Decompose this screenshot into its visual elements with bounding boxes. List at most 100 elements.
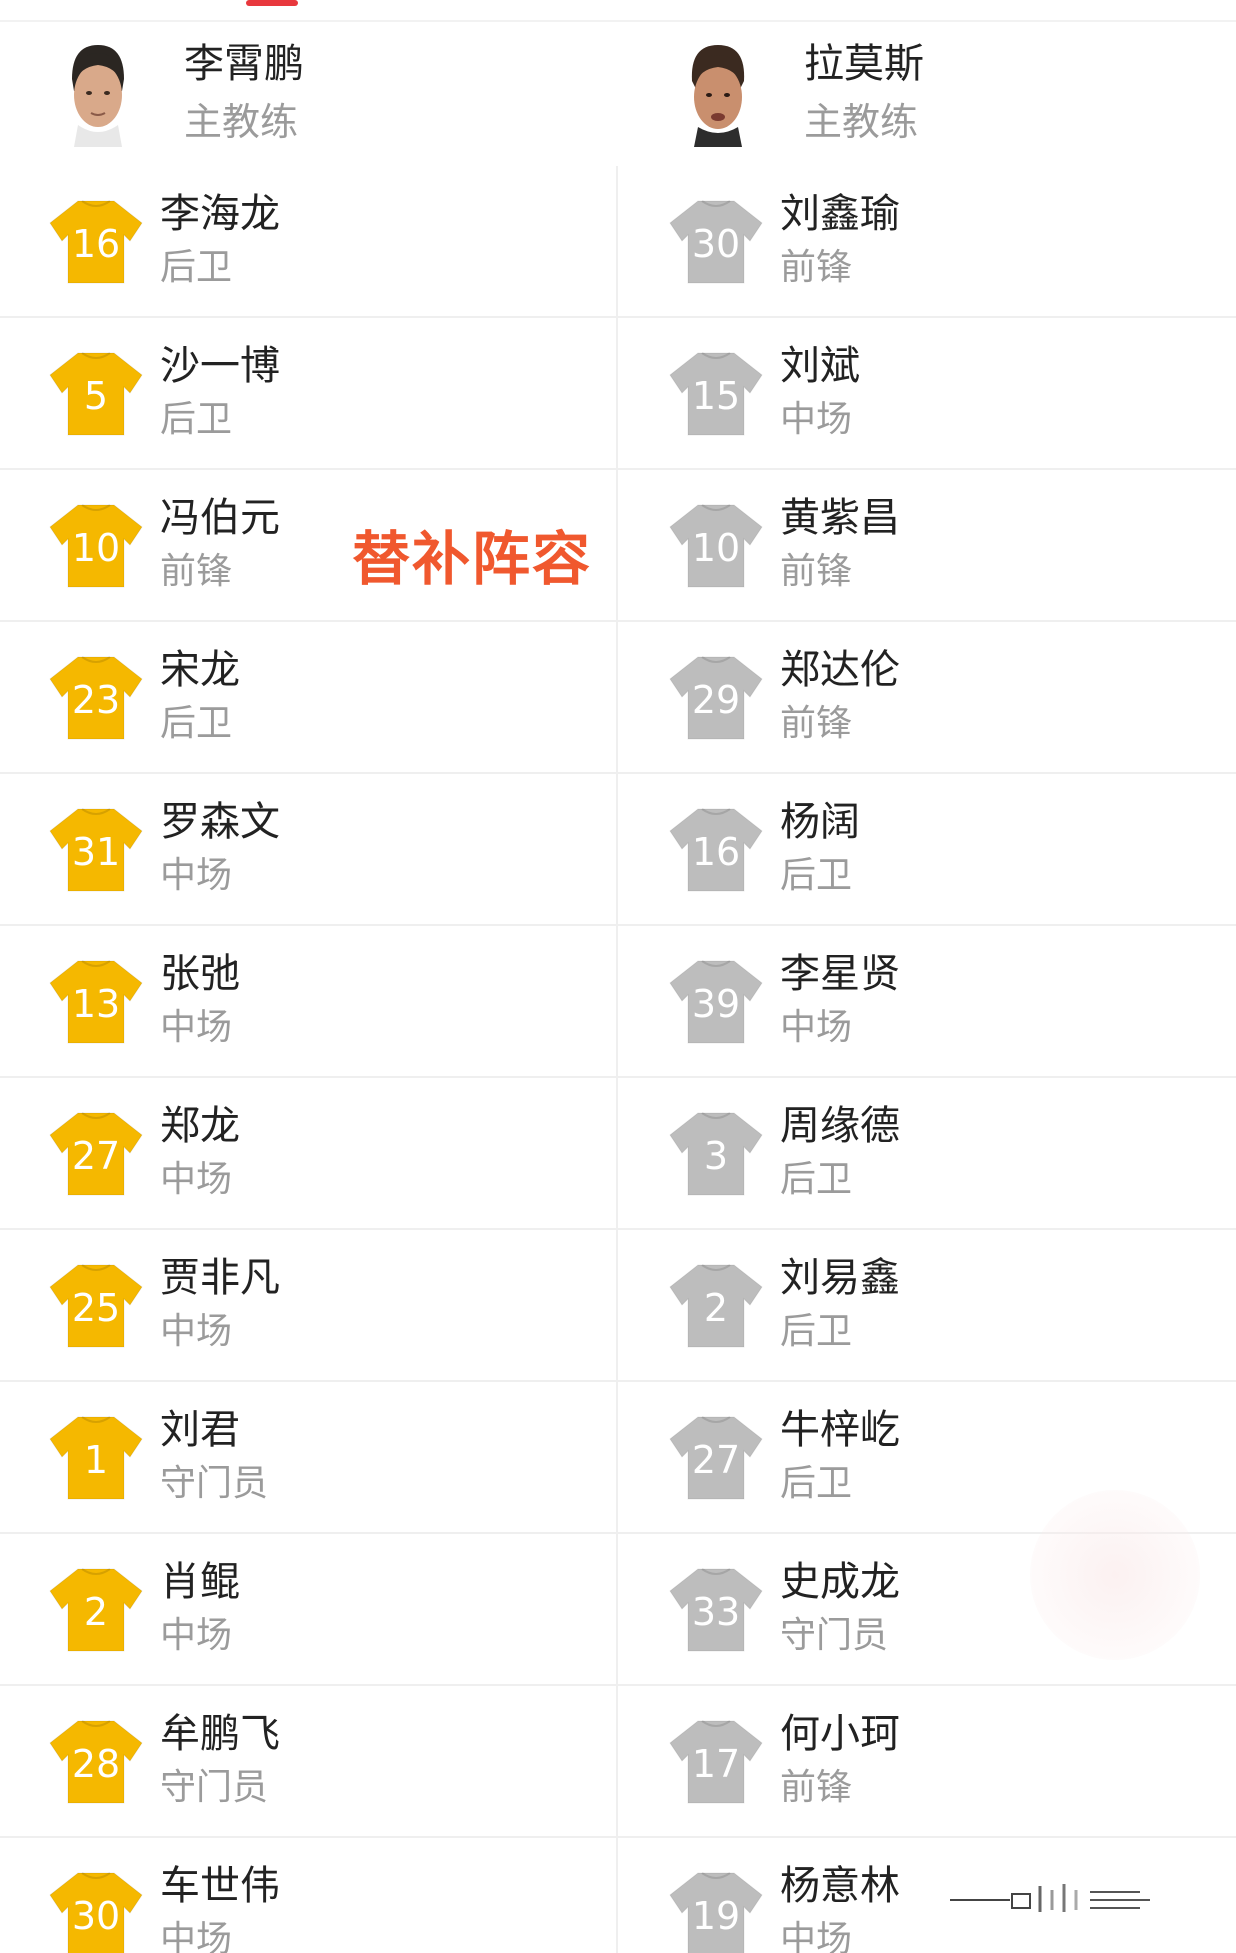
away-coach-name: 拉莫斯 [804,41,924,87]
home-coach[interactable]: 李霄鹏 主教练 [58,28,304,158]
home-player-item[interactable]: 30 车世伟 中场 [48,1838,280,1953]
home-player-item[interactable]: 13 张弛 中场 [48,926,240,1076]
player-position: 守门员 [160,1767,269,1808]
jersey-icon: 10 [48,501,144,589]
table-row: 28 牟鹏飞守门员 17 何小珂 前锋 [0,1686,1236,1838]
player-position: 前锋 [780,247,853,288]
player-name: 宋龙 [160,647,240,693]
jersey-icon: 5 [48,349,144,437]
player-position: 前锋 [780,1767,853,1808]
player-position: 后卫 [780,1159,853,1200]
away-coach-avatar [678,39,758,147]
jersey-icon: 2 [668,1261,764,1349]
table-row: 27 郑龙 中场 3 周缘德后卫 [0,1078,1236,1230]
player-name: 刘君 [160,1407,240,1453]
player-position: 守门员 [160,1463,269,1504]
jersey-number: 10 [71,526,121,570]
home-player-item[interactable]: 31 罗森文 中场 [48,774,280,924]
jersey-number: 39 [691,982,741,1026]
player-name: 罗森文 [160,799,280,845]
away-player-item[interactable]: 29 郑达伦前锋 [668,622,900,772]
away-player-item[interactable]: 33 史成龙守门员 [668,1534,900,1684]
jersey-icon: 3 [668,1109,764,1197]
active-tab-indicator [246,0,298,6]
home-player-item[interactable]: 16 李海龙 后卫 [48,166,280,316]
away-player-item[interactable]: 27 牛梓屹 后卫 [668,1382,900,1532]
table-row: 16 李海龙 后卫 30 刘鑫瑜 前锋 [0,166,1236,318]
player-name: 史成龙 [780,1559,900,1605]
player-position: 前锋 [780,703,853,744]
away-player-item[interactable]: 30 刘鑫瑜 前锋 [668,166,900,316]
jersey-number: 29 [691,678,741,722]
player-name: 沙一博 [160,343,280,389]
jersey-icon: 13 [48,957,144,1045]
away-player-item[interactable]: 10 黄紫昌 前锋 [668,470,900,620]
home-coach-avatar [58,39,138,147]
player-position: 中场 [780,1919,853,1953]
player-position: 守门员 [780,1615,889,1656]
home-player-item[interactable]: 25 贾非凡 中场 [48,1230,280,1380]
substitutes-title: 替补阵容 [352,525,593,593]
player-position: 后卫 [160,399,233,440]
home-player-item[interactable]: 28 牟鹏飞守门员 [48,1686,280,1836]
player-name: 周缘德 [780,1103,900,1149]
jersey-icon: 28 [48,1717,144,1805]
jersey-number: 2 [703,1286,729,1330]
table-row: 31 罗森文 中场 16 杨阔 后卫 [0,774,1236,926]
jersey-number: 16 [71,222,121,266]
jersey-icon: 1 [48,1413,144,1501]
home-player-item[interactable]: 5 沙一博后卫 [48,318,280,468]
away-player-item[interactable]: 17 何小珂 前锋 [668,1686,900,1836]
player-position: 后卫 [780,1311,853,1352]
jersey-icon: 17 [668,1717,764,1805]
jersey-number: 25 [71,1286,121,1330]
jersey-number: 13 [71,982,121,1026]
player-position: 中场 [160,1615,233,1656]
home-player-item[interactable]: 10 冯伯元 前锋 [48,470,280,620]
jersey-number: 17 [691,1742,741,1786]
player-name: 李星贤 [780,951,900,997]
watermark-icon [940,1872,1210,1922]
jersey-number: 15 [691,374,741,418]
player-name: 黄紫昌 [780,495,900,541]
player-name: 张弛 [160,951,240,997]
jersey-icon: 2 [48,1565,144,1653]
jersey-icon: 31 [48,805,144,893]
player-position: 中场 [160,1159,233,1200]
jersey-number: 1 [83,1438,109,1482]
player-name: 郑达伦 [780,647,900,693]
away-player-item[interactable]: 2 刘易鑫后卫 [668,1230,900,1380]
home-player-item[interactable]: 2 肖鲲 中场 [48,1534,240,1684]
player-name: 贾非凡 [160,1255,280,1301]
player-name: 杨阔 [780,799,860,845]
away-player-item[interactable]: 39 李星贤 中场 [668,926,900,1076]
away-coach[interactable]: 拉莫斯 主教练 [678,28,924,158]
away-player-item[interactable]: 19 杨意林 中场 [668,1838,900,1953]
away-player-item[interactable]: 3 周缘德后卫 [668,1078,900,1228]
jersey-number: 5 [83,374,109,418]
home-player-item[interactable]: 23 宋龙后卫 [48,622,240,772]
player-name: 刘易鑫 [780,1255,900,1301]
player-position: 中场 [780,399,853,440]
jersey-icon: 23 [48,653,144,741]
jersey-number: 2 [83,1590,109,1634]
away-player-item[interactable]: 15 刘斌中场 [668,318,860,468]
player-name: 牛梓屹 [780,1407,900,1453]
away-coach-role: 主教练 [804,100,919,144]
home-player-item[interactable]: 27 郑龙 中场 [48,1078,240,1228]
away-player-item[interactable]: 16 杨阔 后卫 [668,774,860,924]
player-position: 后卫 [160,703,233,744]
jersey-icon: 16 [668,805,764,893]
table-row: 25 贾非凡 中场 2 刘易鑫 后卫 [0,1230,1236,1382]
jersey-number: 27 [71,1134,121,1178]
player-name: 牟鹏飞 [160,1711,280,1757]
jersey-number: 28 [71,1742,121,1786]
jersey-number: 30 [71,1894,121,1938]
jersey-icon: 33 [668,1565,764,1653]
home-player-item[interactable]: 1 刘君守门员 [48,1382,268,1532]
table-row: 5 沙一博后卫 15 刘斌中场 [0,318,1236,470]
decorative-blur [1030,1490,1200,1660]
player-name: 杨意林 [780,1863,900,1909]
jersey-icon: 10 [668,501,764,589]
player-name: 刘斌 [780,343,860,389]
